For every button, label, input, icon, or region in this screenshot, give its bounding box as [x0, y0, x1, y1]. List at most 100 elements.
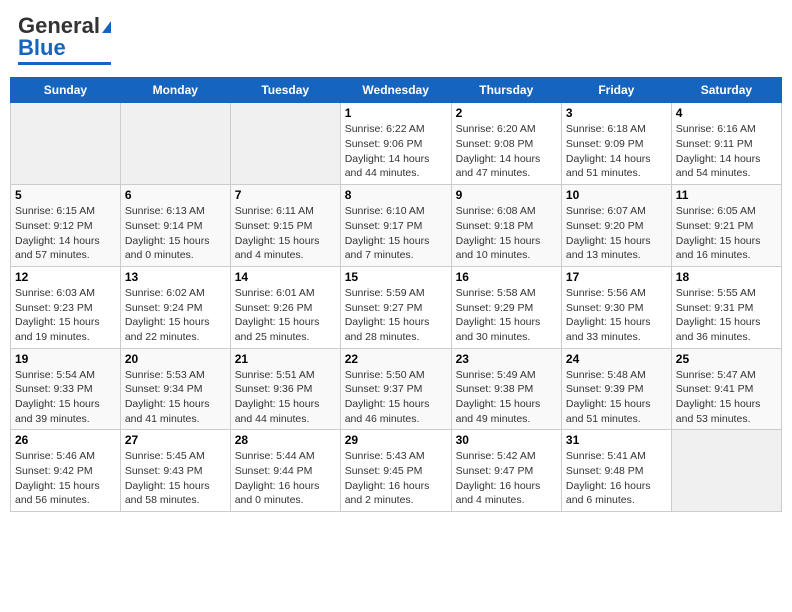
day-number: 16 — [456, 270, 557, 284]
calendar-day-cell: 21 Sunrise: 5:51 AMSunset: 9:36 PMDayligh… — [230, 348, 340, 430]
day-info: Sunrise: 6:03 AMSunset: 9:23 PMDaylight:… — [15, 286, 116, 345]
day-number: 29 — [345, 433, 447, 447]
day-number: 1 — [345, 106, 447, 120]
day-number: 18 — [676, 270, 777, 284]
day-number: 28 — [235, 433, 336, 447]
logo-line — [18, 62, 111, 65]
day-info: Sunrise: 6:16 AMSunset: 9:11 PMDaylight:… — [676, 122, 777, 181]
calendar-day-cell: 12 Sunrise: 6:03 AMSunset: 9:23 PMDayligh… — [11, 266, 121, 348]
calendar-day-cell: 23 Sunrise: 5:49 AMSunset: 9:38 PMDayligh… — [451, 348, 561, 430]
day-info: Sunrise: 6:05 AMSunset: 9:21 PMDaylight:… — [676, 204, 777, 263]
day-info: Sunrise: 5:51 AMSunset: 9:36 PMDaylight:… — [235, 368, 336, 427]
calendar-day-cell — [230, 103, 340, 185]
logo-blue-text: Blue — [18, 36, 66, 60]
day-info: Sunrise: 6:13 AMSunset: 9:14 PMDaylight:… — [125, 204, 226, 263]
day-number: 31 — [566, 433, 667, 447]
calendar-week-row: 5 Sunrise: 6:15 AMSunset: 9:12 PMDaylight… — [11, 185, 782, 267]
day-number: 10 — [566, 188, 667, 202]
calendar-day-cell: 17 Sunrise: 5:56 AMSunset: 9:30 PMDayligh… — [561, 266, 671, 348]
calendar-day-cell: 20 Sunrise: 5:53 AMSunset: 9:34 PMDayligh… — [120, 348, 230, 430]
day-number: 12 — [15, 270, 116, 284]
day-info: Sunrise: 5:56 AMSunset: 9:30 PMDaylight:… — [566, 286, 667, 345]
day-number: 23 — [456, 352, 557, 366]
calendar-day-cell: 9 Sunrise: 6:08 AMSunset: 9:18 PMDaylight… — [451, 185, 561, 267]
day-number: 27 — [125, 433, 226, 447]
day-header: Saturday — [671, 78, 781, 103]
day-info: Sunrise: 5:58 AMSunset: 9:29 PMDaylight:… — [456, 286, 557, 345]
day-number: 15 — [345, 270, 447, 284]
calendar-day-cell: 27 Sunrise: 5:45 AMSunset: 9:43 PMDayligh… — [120, 430, 230, 512]
calendar-day-cell: 24 Sunrise: 5:48 AMSunset: 9:39 PMDayligh… — [561, 348, 671, 430]
day-info: Sunrise: 5:53 AMSunset: 9:34 PMDaylight:… — [125, 368, 226, 427]
calendar-table: SundayMondayTuesdayWednesdayThursdayFrid… — [10, 77, 782, 512]
day-info: Sunrise: 6:20 AMSunset: 9:08 PMDaylight:… — [456, 122, 557, 181]
day-number: 20 — [125, 352, 226, 366]
calendar-week-row: 19 Sunrise: 5:54 AMSunset: 9:33 PMDayligh… — [11, 348, 782, 430]
day-number: 22 — [345, 352, 447, 366]
day-number: 19 — [15, 352, 116, 366]
day-info: Sunrise: 6:10 AMSunset: 9:17 PMDaylight:… — [345, 204, 447, 263]
day-number: 6 — [125, 188, 226, 202]
calendar-day-cell: 4 Sunrise: 6:16 AMSunset: 9:11 PMDaylight… — [671, 103, 781, 185]
day-info: Sunrise: 5:59 AMSunset: 9:27 PMDaylight:… — [345, 286, 447, 345]
day-info: Sunrise: 6:22 AMSunset: 9:06 PMDaylight:… — [345, 122, 447, 181]
day-number: 13 — [125, 270, 226, 284]
calendar-week-row: 12 Sunrise: 6:03 AMSunset: 9:23 PMDayligh… — [11, 266, 782, 348]
calendar-day-cell: 19 Sunrise: 5:54 AMSunset: 9:33 PMDayligh… — [11, 348, 121, 430]
day-info: Sunrise: 6:18 AMSunset: 9:09 PMDaylight:… — [566, 122, 667, 181]
day-info: Sunrise: 5:48 AMSunset: 9:39 PMDaylight:… — [566, 368, 667, 427]
calendar-day-cell: 30 Sunrise: 5:42 AMSunset: 9:47 PMDayligh… — [451, 430, 561, 512]
calendar-day-cell: 31 Sunrise: 5:41 AMSunset: 9:48 PMDayligh… — [561, 430, 671, 512]
day-number: 24 — [566, 352, 667, 366]
day-number: 2 — [456, 106, 557, 120]
day-info: Sunrise: 6:02 AMSunset: 9:24 PMDaylight:… — [125, 286, 226, 345]
calendar-day-cell: 2 Sunrise: 6:20 AMSunset: 9:08 PMDaylight… — [451, 103, 561, 185]
calendar-day-cell: 26 Sunrise: 5:46 AMSunset: 9:42 PMDayligh… — [11, 430, 121, 512]
day-number: 4 — [676, 106, 777, 120]
day-number: 30 — [456, 433, 557, 447]
day-number: 21 — [235, 352, 336, 366]
day-info: Sunrise: 5:45 AMSunset: 9:43 PMDaylight:… — [125, 449, 226, 508]
day-number: 26 — [15, 433, 116, 447]
calendar-day-cell: 29Sunrise: 5:43 AMSunset: 9:45 PMDayligh… — [340, 430, 451, 512]
calendar-day-cell: 10Sunrise: 6:07 AMSunset: 9:20 PMDayligh… — [561, 185, 671, 267]
day-info: Sunrise: 5:42 AMSunset: 9:47 PMDaylight:… — [456, 449, 557, 508]
day-info: Sunrise: 6:08 AMSunset: 9:18 PMDaylight:… — [456, 204, 557, 263]
day-header: Thursday — [451, 78, 561, 103]
day-info: Sunrise: 6:15 AMSunset: 9:12 PMDaylight:… — [15, 204, 116, 263]
calendar-day-cell: 28 Sunrise: 5:44 AMSunset: 9:44 PMDayligh… — [230, 430, 340, 512]
day-info: Sunrise: 6:01 AMSunset: 9:26 PMDaylight:… — [235, 286, 336, 345]
day-info: Sunrise: 6:11 AMSunset: 9:15 PMDaylight:… — [235, 204, 336, 263]
calendar-day-cell: 16 Sunrise: 5:58 AMSunset: 9:29 PMDayligh… — [451, 266, 561, 348]
day-info: Sunrise: 5:46 AMSunset: 9:42 PMDaylight:… — [15, 449, 116, 508]
calendar-day-cell: 6 Sunrise: 6:13 AMSunset: 9:14 PMDaylight… — [120, 185, 230, 267]
calendar-day-cell: 18 Sunrise: 5:55 AMSunset: 9:31 PMDayligh… — [671, 266, 781, 348]
day-info: Sunrise: 5:49 AMSunset: 9:38 PMDaylight:… — [456, 368, 557, 427]
day-number: 25 — [676, 352, 777, 366]
day-header: Tuesday — [230, 78, 340, 103]
day-number: 14 — [235, 270, 336, 284]
page-header: General Blue — [10, 10, 782, 69]
calendar-day-cell — [120, 103, 230, 185]
calendar-week-row: 1 Sunrise: 6:22 AMSunset: 9:06 PMDaylight… — [11, 103, 782, 185]
calendar-day-cell: 14 Sunrise: 6:01 AMSunset: 9:26 PMDayligh… — [230, 266, 340, 348]
calendar-header-row: SundayMondayTuesdayWednesdayThursdayFrid… — [11, 78, 782, 103]
day-info: Sunrise: 5:44 AMSunset: 9:44 PMDaylight:… — [235, 449, 336, 508]
day-number: 7 — [235, 188, 336, 202]
day-info: Sunrise: 5:55 AMSunset: 9:31 PMDaylight:… — [676, 286, 777, 345]
day-number: 9 — [456, 188, 557, 202]
day-number: 8 — [345, 188, 447, 202]
day-info: Sunrise: 5:41 AMSunset: 9:48 PMDaylight:… — [566, 449, 667, 508]
day-header: Wednesday — [340, 78, 451, 103]
day-info: Sunrise: 5:54 AMSunset: 9:33 PMDaylight:… — [15, 368, 116, 427]
day-number: 11 — [676, 188, 777, 202]
calendar-day-cell: 1 Sunrise: 6:22 AMSunset: 9:06 PMDaylight… — [340, 103, 451, 185]
day-header: Sunday — [11, 78, 121, 103]
day-number: 17 — [566, 270, 667, 284]
calendar-day-cell: 13 Sunrise: 6:02 AMSunset: 9:24 PMDayligh… — [120, 266, 230, 348]
logo: General Blue — [18, 14, 111, 65]
day-number: 5 — [15, 188, 116, 202]
calendar-week-row: 26 Sunrise: 5:46 AMSunset: 9:42 PMDayligh… — [11, 430, 782, 512]
day-header: Monday — [120, 78, 230, 103]
day-info: Sunrise: 5:50 AMSunset: 9:37 PMDaylight:… — [345, 368, 447, 427]
